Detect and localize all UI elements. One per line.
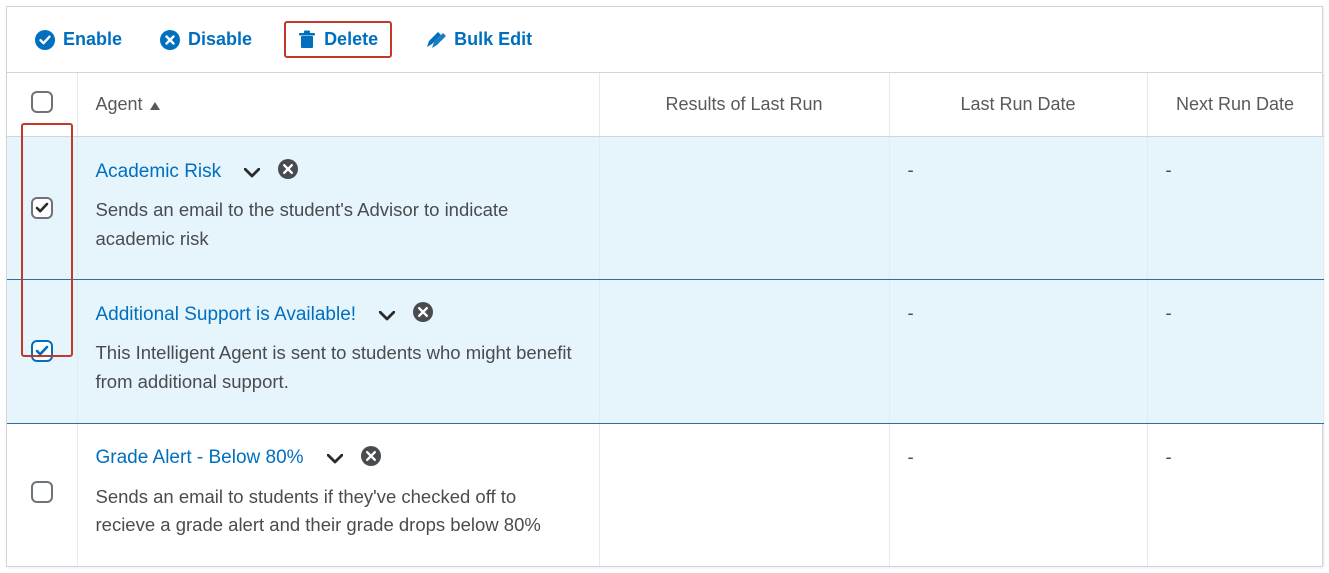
next-run-cell: -: [1147, 280, 1323, 423]
check-circle-icon: [35, 30, 55, 50]
agent-name-link[interactable]: Academic Risk: [96, 161, 222, 183]
disable-button[interactable]: Disable: [154, 25, 258, 54]
last-run-cell: -: [889, 137, 1147, 280]
agent-header[interactable]: Agent: [77, 73, 599, 137]
row-checkbox[interactable]: [31, 340, 53, 362]
last-run-header[interactable]: Last Run Date: [889, 73, 1147, 137]
select-all-checkbox[interactable]: [31, 91, 53, 113]
results-cell: [599, 137, 889, 280]
bulkedit-label: Bulk Edit: [454, 29, 532, 50]
delete-button[interactable]: Delete: [284, 21, 392, 58]
last-run-cell: -: [889, 423, 1147, 566]
trash-icon: [298, 30, 316, 50]
next-run-cell: -: [1147, 137, 1323, 280]
next-run-cell: -: [1147, 423, 1323, 566]
results-cell: [599, 423, 889, 566]
table-header-row: Agent Results of Last Run Last Run Date …: [7, 73, 1323, 137]
pencils-icon: [424, 30, 446, 50]
agent-description: Sends an email to students if they've ch…: [96, 483, 581, 540]
row-checkbox[interactable]: [31, 197, 53, 219]
chevron-down-icon[interactable]: [379, 304, 395, 326]
row-checkbox[interactable]: [31, 481, 53, 503]
sort-asc-icon: [150, 94, 160, 114]
toolbar: Enable Disable Delete Bulk Edit: [7, 7, 1322, 73]
disabled-status-icon: [413, 302, 433, 327]
results-header[interactable]: Results of Last Run: [599, 73, 889, 137]
chevron-down-icon[interactable]: [327, 447, 343, 469]
agent-description: This Intelligent Agent is sent to studen…: [96, 339, 581, 396]
agent-description: Sends an email to the student's Advisor …: [96, 196, 581, 253]
table-row: Academic Risk Sends an email to the stud…: [7, 137, 1323, 280]
chevron-down-icon[interactable]: [244, 161, 260, 183]
disable-label: Disable: [188, 29, 252, 50]
disabled-status-icon: [278, 159, 298, 184]
agent-name-link[interactable]: Grade Alert - Below 80%: [96, 447, 304, 469]
bulk-edit-button[interactable]: Bulk Edit: [418, 25, 538, 54]
table-row: Grade Alert - Below 80% Sends an email t…: [7, 423, 1323, 566]
next-run-header[interactable]: Next Run Date: [1147, 73, 1323, 137]
agents-table: Agent Results of Last Run Last Run Date …: [7, 73, 1324, 566]
table-row: Additional Support is Available! This In…: [7, 280, 1323, 423]
intelligent-agents-panel: Enable Disable Delete Bulk Edit: [6, 6, 1323, 567]
agent-name-link[interactable]: Additional Support is Available!: [96, 304, 357, 326]
delete-label: Delete: [324, 29, 378, 50]
enable-button[interactable]: Enable: [29, 25, 128, 54]
last-run-cell: -: [889, 280, 1147, 423]
results-cell: [599, 280, 889, 423]
enable-label: Enable: [63, 29, 122, 50]
agent-header-label: Agent: [96, 94, 143, 114]
select-all-header: [7, 73, 77, 137]
x-circle-icon: [160, 30, 180, 50]
disabled-status-icon: [361, 446, 381, 471]
